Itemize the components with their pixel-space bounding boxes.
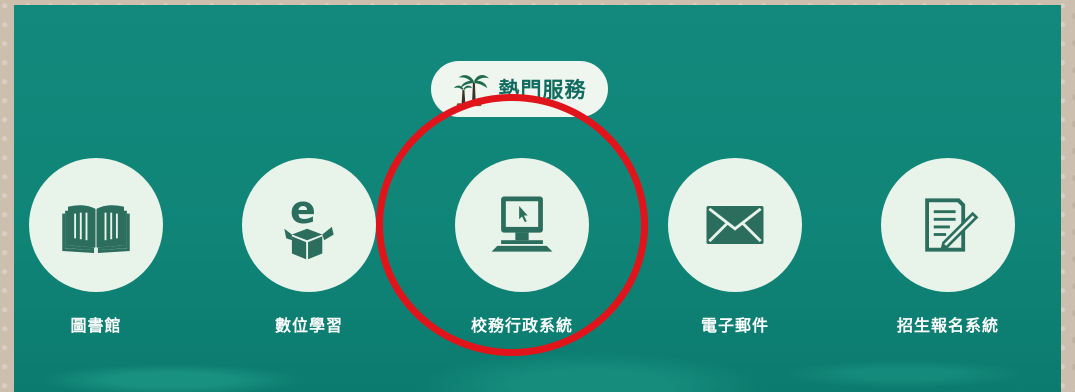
service-label[interactable]: 校務行政系統: [471, 312, 573, 336]
service-label[interactable]: 招生報名系統: [897, 312, 999, 336]
service-label[interactable]: 圖書館: [70, 312, 121, 336]
service-label[interactable]: 電子郵件: [701, 312, 769, 336]
section-title: 熱門服務: [498, 78, 587, 102]
computer-terminal-icon: [491, 196, 553, 252]
section-title-badge: 熱門服務: [431, 61, 608, 117]
service-circle[interactable]: [455, 158, 589, 292]
service-circle[interactable]: e: [242, 158, 376, 292]
palm-trees-icon: [453, 74, 489, 107]
service-library[interactable]: 圖書館: [29, 158, 163, 336]
form-pencil-icon: [925, 198, 979, 252]
e-learning-box-icon: e: [284, 188, 334, 260]
open-book-icon: [62, 205, 130, 254]
envelope-icon: [706, 206, 764, 244]
service-e-learning[interactable]: e 數位學習: [242, 158, 376, 336]
hot-services-panel: 熱門服務 圖書館 e 數位學習 校務行政系統 電子郵件 招生報名系統: [14, 5, 1061, 392]
service-email[interactable]: 電子郵件: [668, 158, 802, 336]
service-label[interactable]: 數位學習: [275, 312, 343, 336]
service-circle[interactable]: [881, 158, 1015, 292]
service-admin-system[interactable]: 校務行政系統: [455, 158, 589, 336]
service-circle[interactable]: [29, 158, 163, 292]
service-circle[interactable]: [668, 158, 802, 292]
svg-text:e: e: [290, 188, 316, 232]
service-enrollment[interactable]: 招生報名系統: [881, 158, 1015, 336]
